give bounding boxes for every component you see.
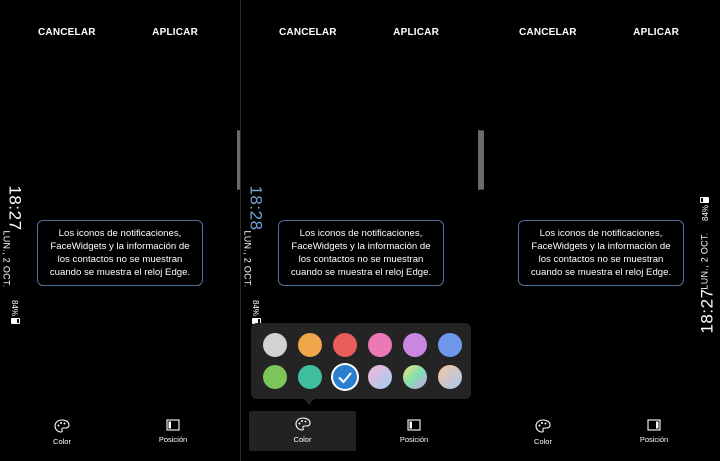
- position-label: Posición: [399, 435, 429, 444]
- color-button[interactable]: Color: [9, 413, 115, 451]
- edge-clock-notice: Los iconos de notificaciones, FaceWidget…: [37, 220, 203, 286]
- palette-icon: [294, 417, 311, 431]
- cancel-button[interactable]: CANCELAR: [279, 27, 337, 38]
- color-swatch-pink[interactable]: [368, 333, 392, 357]
- color-palette-popup: [251, 323, 471, 399]
- position-icon: [166, 419, 180, 431]
- edge-battery: 84%: [700, 196, 711, 222]
- apply-button[interactable]: APLICAR: [633, 27, 679, 38]
- color-button[interactable]: Color: [249, 411, 356, 451]
- battery-icon: [700, 196, 710, 203]
- position-label: Posición: [639, 435, 669, 444]
- palette-icon: [54, 419, 70, 433]
- position-button[interactable]: Posición: [120, 413, 226, 451]
- battery-percent: 84%: [251, 299, 261, 317]
- edge-battery: 84%: [10, 299, 21, 325]
- panel-right-clock: CANCELAR APLICAR 84% LUN., 2 OCT. 18:27 …: [481, 0, 720, 461]
- color-swatch-gradient-pastel-2[interactable]: [403, 365, 427, 389]
- panel-left-clock: CANCELAR APLICAR 18:27 LUN., 2 OCT. 84% …: [0, 0, 240, 461]
- apply-button[interactable]: APLICAR: [152, 27, 198, 38]
- color-swatch-red[interactable]: [333, 333, 357, 357]
- edge-clock-notice: Los iconos de notificaciones, FaceWidget…: [278, 220, 444, 286]
- edge-handle[interactable]: [481, 130, 484, 190]
- panel-color-picker: CANCELAR APLICAR 18:28 LUN., 2 OCT. 84% …: [241, 0, 481, 461]
- color-swatch-blue[interactable]: [438, 333, 462, 357]
- color-label: Color: [293, 435, 312, 444]
- color-swatch-violet[interactable]: [403, 333, 427, 357]
- edge-clock-notice: Los iconos de notificaciones, FaceWidget…: [518, 220, 684, 286]
- edge-battery: 84%: [251, 299, 262, 325]
- edge-clock-time: 18:27: [697, 288, 717, 334]
- position-button[interactable]: Posición: [601, 413, 707, 451]
- color-swatch-gradient-pastel-3[interactable]: [438, 365, 462, 389]
- color-swatch-teal[interactable]: [298, 365, 322, 389]
- cancel-button[interactable]: CANCELAR: [38, 27, 96, 38]
- edge-clock-time: 18:28: [246, 185, 266, 231]
- position-icon: [407, 419, 421, 431]
- color-swatch-gradient-pastel-1[interactable]: [368, 365, 392, 389]
- battery-percent: 84%: [701, 204, 711, 222]
- color-swatch-light-gray[interactable]: [263, 333, 287, 357]
- color-swatch-orange[interactable]: [298, 333, 322, 357]
- color-label: Color: [534, 437, 552, 446]
- position-label: Posición: [158, 435, 188, 444]
- edge-clock-date: LUN., 2 OCT.: [242, 230, 253, 288]
- edge-clock-date: LUN., 2 OCT.: [699, 232, 710, 290]
- battery-icon: [11, 318, 21, 325]
- cancel-button[interactable]: CANCELAR: [519, 27, 577, 38]
- palette-icon: [535, 419, 551, 433]
- popup-pointer: [304, 399, 314, 405]
- color-label: Color: [53, 437, 71, 446]
- checkmark-icon: [338, 372, 352, 384]
- position-icon: [647, 419, 661, 431]
- apply-button[interactable]: APLICAR: [393, 27, 439, 38]
- battery-percent: 84%: [10, 299, 20, 317]
- edge-clock-time: 18:27: [5, 185, 25, 231]
- edge-handle[interactable]: [237, 130, 240, 190]
- color-button[interactable]: Color: [490, 413, 596, 451]
- color-swatch-teal-blue[interactable]: [333, 365, 357, 389]
- position-button[interactable]: Posición: [361, 413, 467, 451]
- edge-clock-date: LUN., 2 OCT.: [1, 230, 12, 288]
- color-swatch-green[interactable]: [263, 365, 287, 389]
